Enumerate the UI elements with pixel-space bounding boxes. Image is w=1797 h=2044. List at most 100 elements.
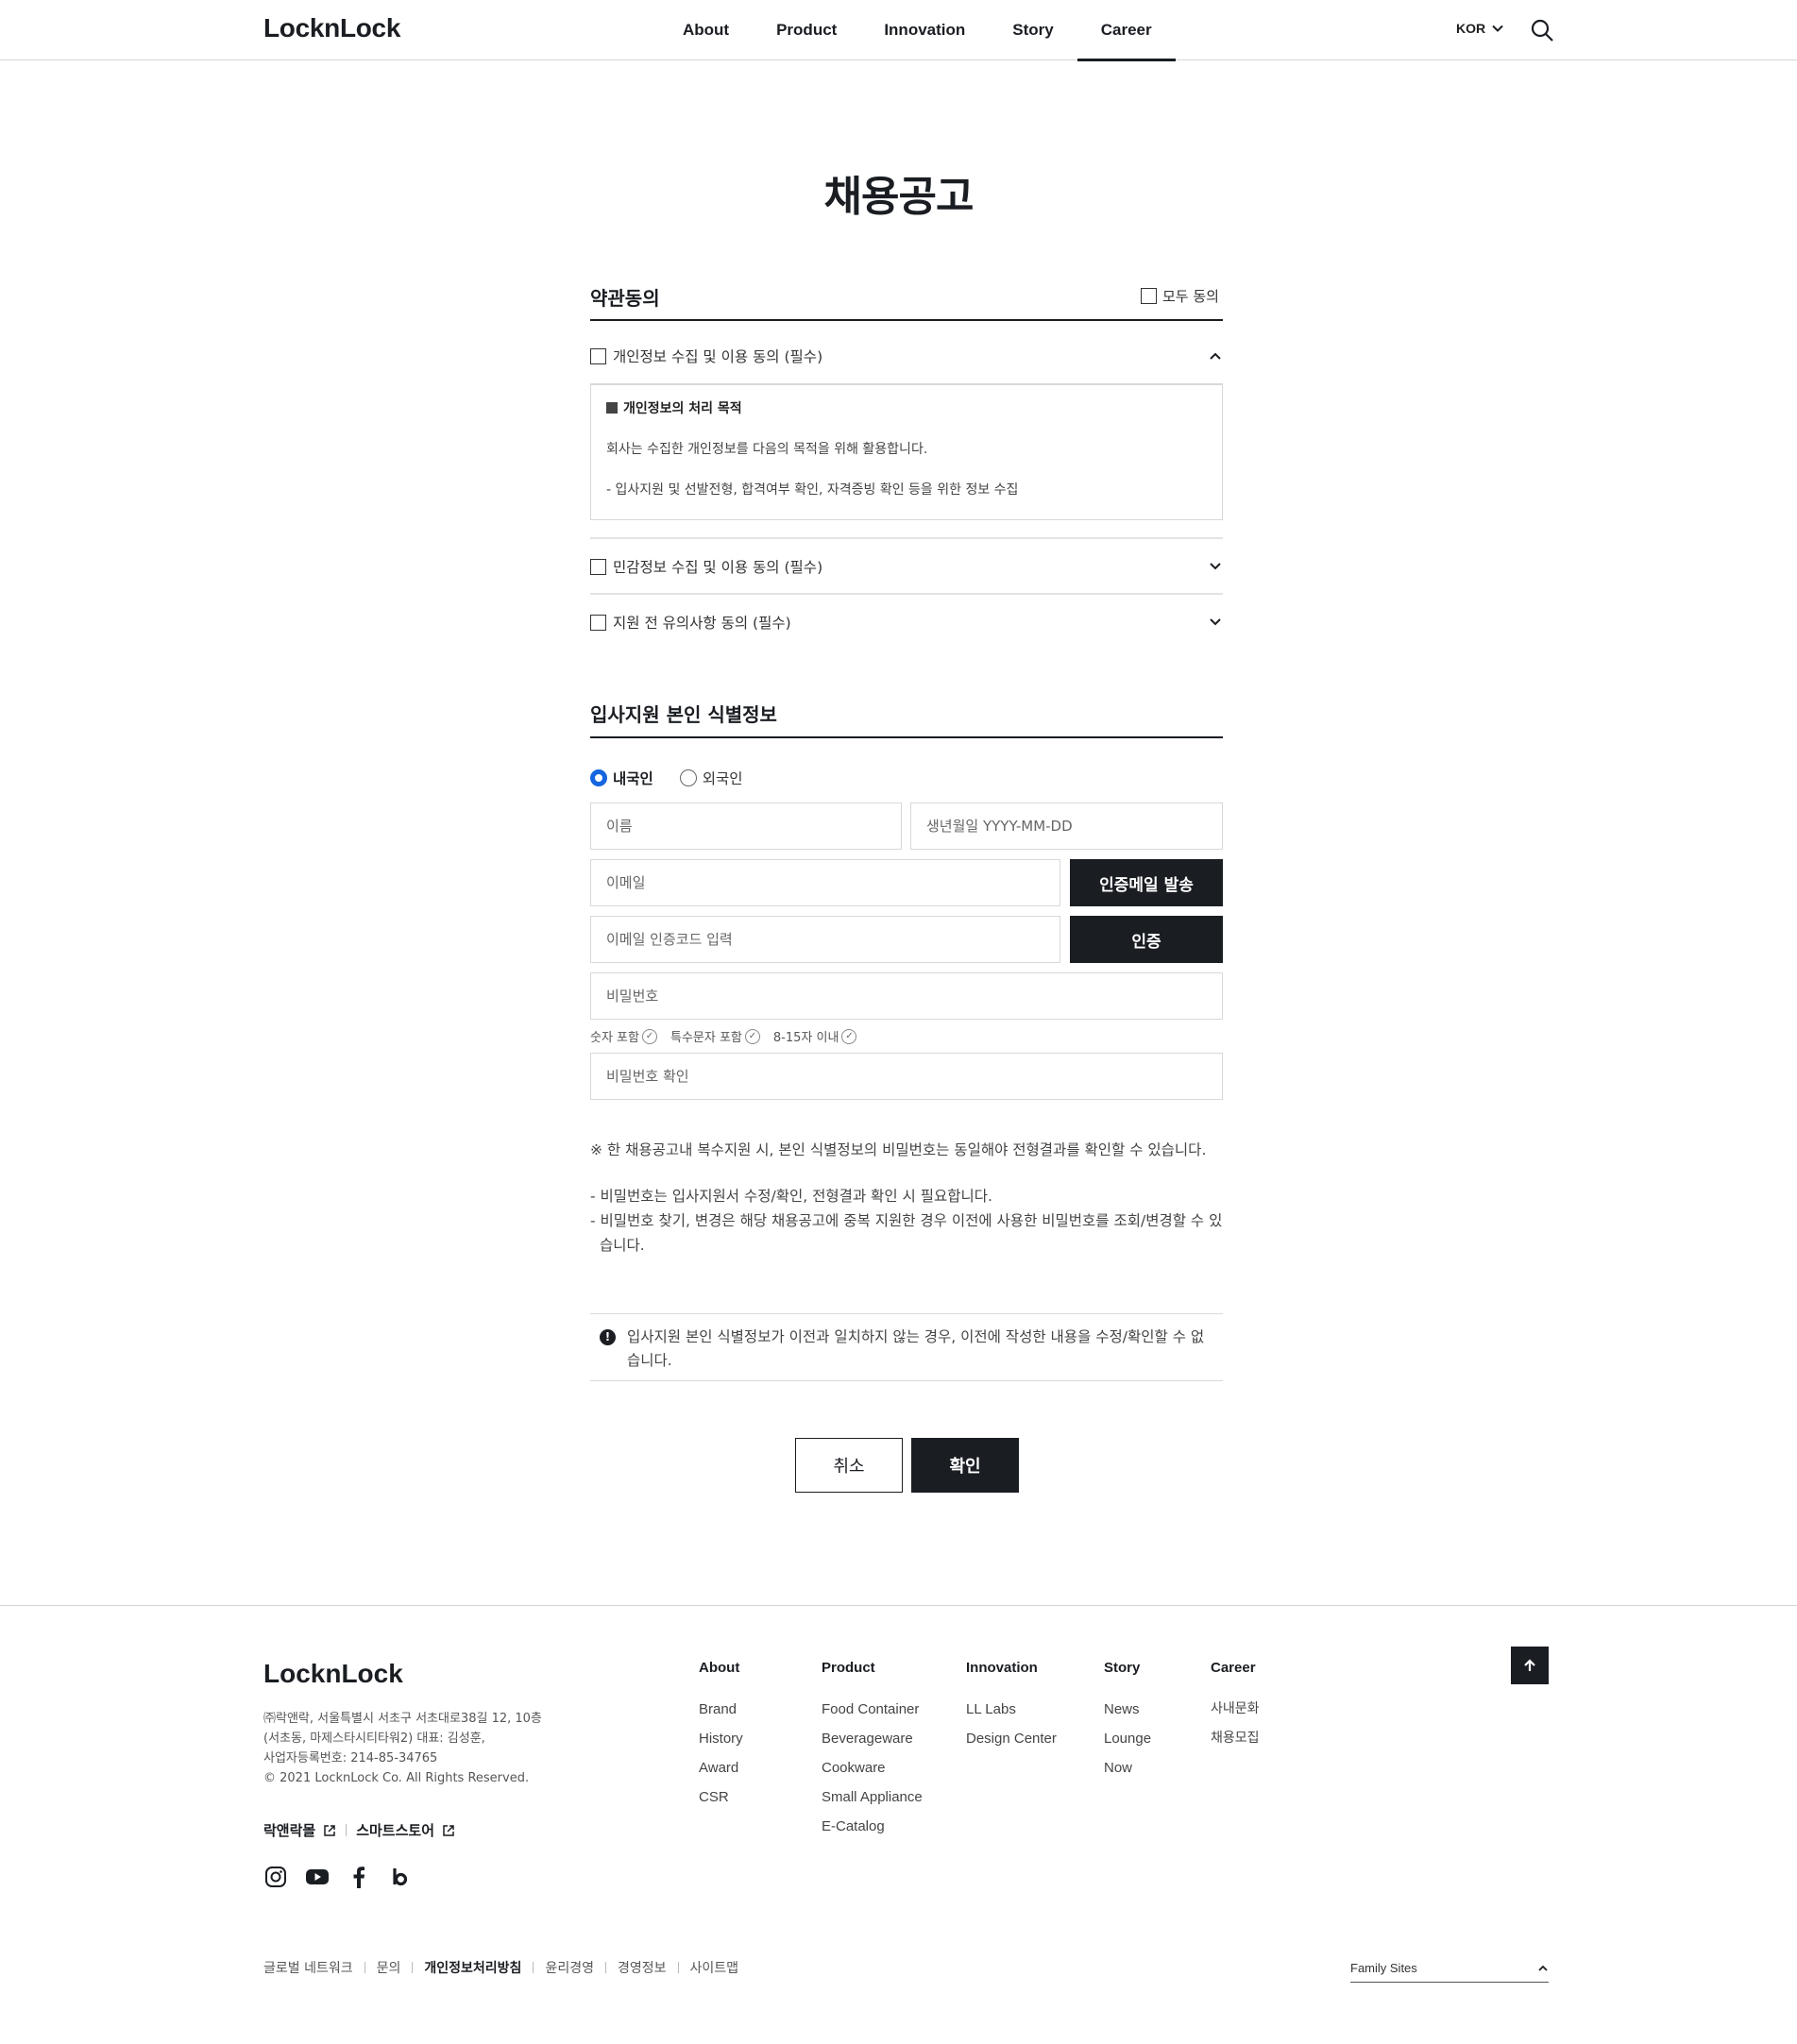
copyright: © 2021 LocknLock Co. All Rights Reserved…: [263, 1771, 530, 1785]
birthdate-input[interactable]: [910, 802, 1223, 850]
footer-link[interactable]: CSR: [699, 1782, 743, 1812]
footer-link[interactable]: Design Center: [966, 1724, 1057, 1753]
language-selector[interactable]: KOR: [1456, 21, 1504, 36]
rule-label: 숫자 포함: [590, 1031, 639, 1045]
youtube-icon[interactable]: [305, 1865, 330, 1889]
terms-item-privacy[interactable]: 개인정보 수집 및 이용 동의 (필수): [590, 329, 1223, 383]
separator: [604, 1962, 606, 1973]
cancel-button[interactable]: 취소: [795, 1438, 903, 1493]
footer-link[interactable]: Cookware: [822, 1753, 923, 1782]
footer-bottom-link[interactable]: 글로벌 네트워크: [263, 1958, 353, 1977]
footer-col-career: Career 사내문화 채용모집: [1211, 1660, 1260, 1753]
chevron-down-icon[interactable]: [1208, 615, 1223, 630]
footer-link[interactable]: Award: [699, 1753, 743, 1782]
instagram-icon[interactable]: [263, 1865, 288, 1889]
rule-label: 8-15자 이내: [772, 1031, 839, 1045]
shop-label: 스마트스토어: [356, 1822, 435, 1839]
footer-shops: 락앤락몰 스마트스토어: [263, 1820, 455, 1840]
footer-link[interactable]: Now: [1104, 1753, 1151, 1782]
nav-career[interactable]: Career: [1077, 0, 1176, 61]
chevron-down-icon: [1492, 25, 1503, 32]
address-line: (서초동, 마제스타시티타워2) 대표: 김성훈,: [263, 1731, 485, 1746]
footer-link[interactable]: 채용모집: [1211, 1724, 1260, 1753]
notice-checkbox[interactable]: [590, 614, 606, 631]
email-input[interactable]: [590, 859, 1060, 906]
email-code-input[interactable]: [590, 916, 1060, 963]
logo[interactable]: LocknLock: [263, 13, 400, 43]
checkbox-box[interactable]: [1141, 288, 1157, 304]
footer-bottom-link[interactable]: 문의: [377, 1958, 401, 1977]
check-circle-icon: ✓: [744, 1028, 760, 1044]
footer-link[interactable]: LL Labs: [966, 1695, 1057, 1724]
separator: [346, 1824, 348, 1836]
section-divider: [590, 319, 1223, 321]
verify-button[interactable]: 인증: [1070, 916, 1223, 963]
family-sites-label: Family Sites: [1350, 1961, 1417, 1975]
footer-col-head[interactable]: Career: [1211, 1660, 1260, 1676]
name-input[interactable]: [590, 802, 902, 850]
sensitive-checkbox[interactable]: [590, 558, 606, 575]
site-header: LocknLock About Product Innovation Story…: [0, 0, 1797, 61]
footer-link[interactable]: E-Catalog: [822, 1812, 923, 1841]
footer-link[interactable]: Lounge: [1104, 1724, 1151, 1753]
footer-col-head[interactable]: Innovation: [966, 1660, 1057, 1676]
password-rule: 숫자 포함 ✓: [590, 1027, 657, 1045]
shop-link-mall[interactable]: 락앤락몰: [263, 1820, 336, 1840]
shop-label: 락앤락몰: [263, 1822, 316, 1839]
footer-col-head[interactable]: Story: [1104, 1660, 1151, 1676]
footer-col-head[interactable]: Product: [822, 1660, 923, 1676]
footer-link[interactable]: News: [1104, 1695, 1151, 1724]
nav-innovation[interactable]: Innovation: [860, 0, 989, 60]
agree-all-label: 모두 동의: [1162, 288, 1219, 305]
footer-link[interactable]: Small Appliance: [822, 1782, 923, 1812]
footer-link[interactable]: 사내문화: [1211, 1695, 1260, 1724]
footer-bottom-link[interactable]: 경영정보: [618, 1958, 667, 1977]
terms-item-label: 지원 전 유의사항 동의 (필수): [613, 615, 791, 632]
arrow-up-icon: [1524, 1659, 1535, 1671]
password-rule: 8-15자 이내 ✓: [773, 1027, 857, 1045]
footer-address: ㈜락앤락, 서울특별시 서초구 서초대로38길 12, 10층 (서초동, 마제…: [263, 1709, 575, 1788]
address-line: 사업자등록번호: 214-85-34765: [263, 1751, 438, 1765]
footer-link[interactable]: Beverageware: [822, 1724, 923, 1753]
nav-story[interactable]: Story: [989, 0, 1077, 60]
password-input[interactable]: [590, 972, 1223, 1020]
shop-link-smartstore[interactable]: 스마트스토어: [356, 1820, 455, 1840]
terms-section-title: 약관동의: [590, 287, 660, 310]
chevron-up-icon[interactable]: [1208, 348, 1223, 363]
nav-product[interactable]: Product: [753, 0, 860, 60]
footer-bottom-link[interactable]: 윤리경영: [545, 1958, 594, 1977]
send-verification-mail-button[interactable]: 인증메일 발송: [1070, 859, 1223, 906]
terms-item-notice[interactable]: 지원 전 유의사항 동의 (필수): [590, 595, 1223, 650]
agree-all-checkbox[interactable]: 모두 동의: [1141, 286, 1219, 306]
radio-unselected-icon[interactable]: [679, 769, 697, 786]
blog-icon[interactable]: [388, 1865, 413, 1889]
family-sites-select[interactable]: Family Sites: [1350, 1954, 1549, 1983]
radio-foreign-label: 외국인: [702, 770, 743, 787]
nav-about[interactable]: About: [659, 0, 753, 60]
radio-foreign[interactable]: 외국인: [679, 768, 743, 788]
footer-link[interactable]: Brand: [699, 1695, 743, 1724]
footer-col-head[interactable]: About: [699, 1660, 743, 1676]
footer-bottom-link[interactable]: 개인정보처리방침: [424, 1958, 521, 1977]
footer-col-innovation: Innovation LL Labs Design Center: [966, 1660, 1057, 1753]
privacy-checkbox[interactable]: [590, 347, 606, 364]
radio-selected-icon[interactable]: [590, 769, 607, 786]
radio-domestic[interactable]: 내국인: [590, 768, 653, 788]
confirm-button[interactable]: 확인: [911, 1438, 1019, 1493]
external-link-icon: [443, 1824, 454, 1836]
footer-link[interactable]: Food Container: [822, 1695, 923, 1724]
terms-item-sensitive[interactable]: 민감정보 수집 및 이용 동의 (필수): [590, 539, 1223, 594]
footer-link[interactable]: History: [699, 1724, 743, 1753]
footer-bottom-link[interactable]: 사이트맵: [690, 1958, 739, 1977]
terms-item-label: 개인정보 수집 및 이용 동의 (필수): [613, 348, 823, 365]
warning-box: ! 입사지원 본인 식별정보가 이전과 일치하지 않는 경우, 이전에 작성한 …: [590, 1313, 1223, 1381]
password-confirm-input[interactable]: [590, 1053, 1223, 1100]
exclamation-icon: !: [600, 1329, 616, 1345]
footer-logo[interactable]: LocknLock: [263, 1659, 403, 1689]
facebook-icon[interactable]: [347, 1865, 371, 1889]
footer-divider: [0, 1605, 1797, 1606]
scroll-to-top-button[interactable]: [1511, 1647, 1549, 1684]
chevron-down-icon[interactable]: [1208, 559, 1223, 574]
language-label: KOR: [1456, 21, 1486, 36]
search-icon[interactable]: [1530, 18, 1554, 42]
